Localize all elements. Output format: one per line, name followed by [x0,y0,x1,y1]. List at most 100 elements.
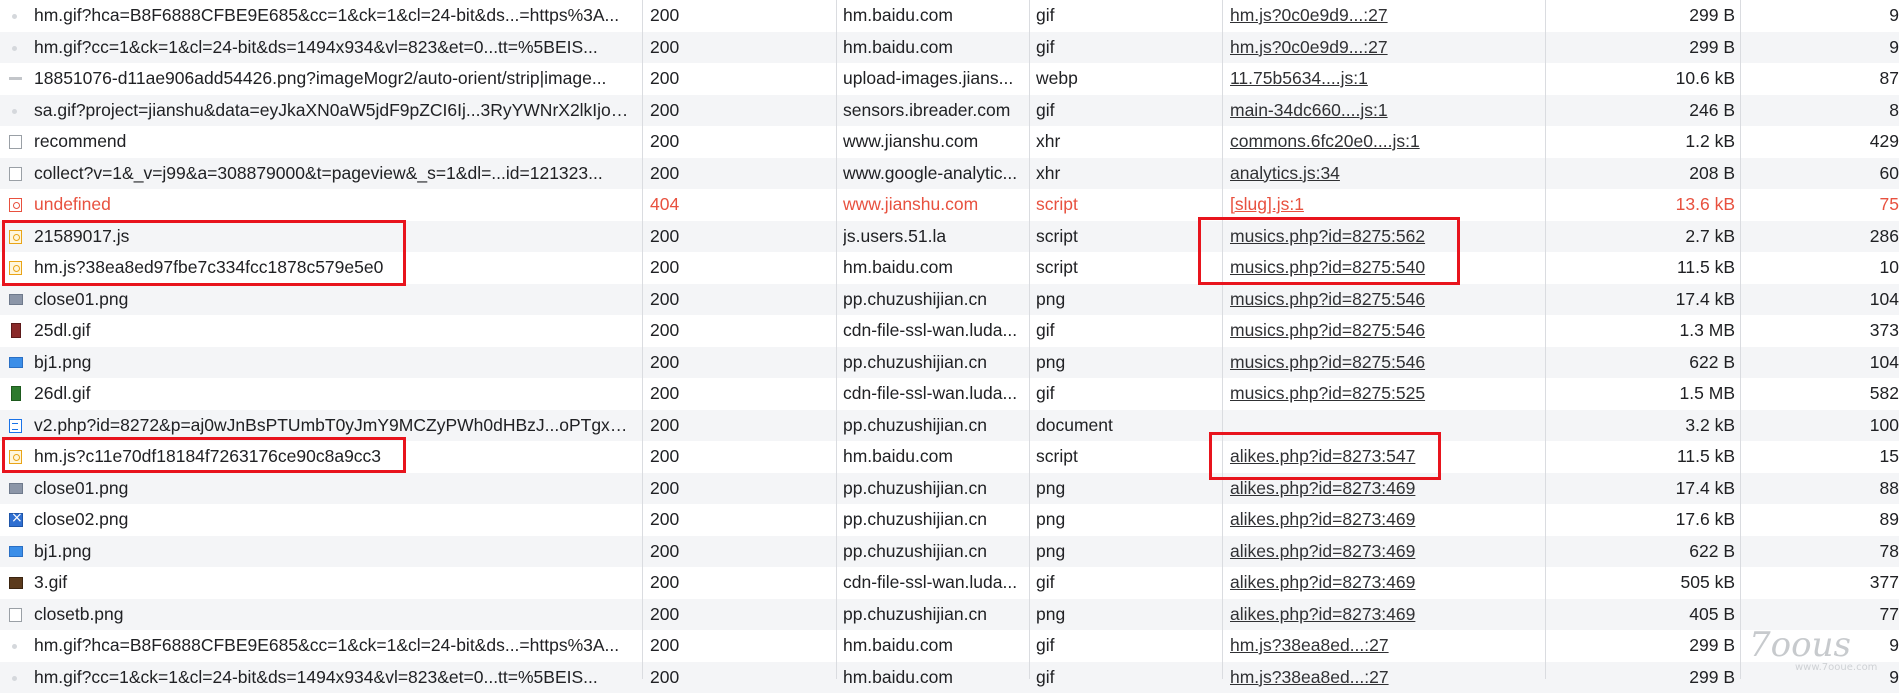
initiator-link[interactable]: musics.php?id=8275:546 [1230,320,1425,340]
request-name: closetb.png [34,599,634,631]
request-row[interactable]: hm.gif?hca=B8F6888CFBE9E685&cc=1&ck=1&cl… [0,0,1899,32]
request-domain: hm.baidu.com [843,0,1023,32]
request-size: 10.6 kB [1545,63,1735,95]
initiator-link[interactable]: commons.6fc20e0....js:1 [1230,131,1420,151]
image-brown-icon [9,577,23,589]
request-size: 299 B [1545,32,1735,64]
request-initiator[interactable]: hm.js?38ea8ed...:27 [1230,630,1530,662]
request-status: 200 [650,284,830,316]
request-initiator[interactable]: alikes.php?id=8273:469 [1230,599,1530,631]
request-initiator[interactable]: alikes.php?id=8273:469 [1230,567,1530,599]
initiator-link[interactable]: musics.php?id=8275:562 [1230,226,1425,246]
network-request-table: hm.gif?hca=B8F6888CFBE9E685&cc=1&ck=1&cl… [0,0,1899,693]
dot-icon [12,46,17,51]
request-initiator[interactable]: musics.php?id=8275:525 [1230,378,1530,410]
initiator-link[interactable]: hm.js?0c0e9d9...:27 [1230,5,1388,25]
request-initiator[interactable]: alikes.php?id=8273:469 [1230,473,1530,505]
initiator-link[interactable]: [slug].js:1 [1230,194,1304,214]
request-time: 9 [1743,0,1899,32]
request-row[interactable]: hm.js?c11e70df18184f7263176ce90c8a9cc320… [0,441,1899,473]
initiator-link[interactable]: hm.js?38ea8ed...:27 [1230,667,1389,687]
request-type: script [1036,221,1216,253]
initiator-link[interactable]: alikes.php?id=8273:469 [1230,478,1415,498]
request-initiator[interactable]: hm.js?38ea8ed...:27 [1230,662,1530,693]
request-row[interactable]: hm.gif?cc=1&ck=1&cl=24-bit&ds=1494x934&v… [0,662,1899,693]
request-type: gif [1036,315,1216,347]
request-row[interactable]: hm.js?38ea8ed97fbe7c334fcc1878c579e5e020… [0,252,1899,284]
column-divider[interactable] [1222,0,1223,679]
request-type: png [1036,536,1216,568]
request-size: 1.5 MB [1545,378,1735,410]
initiator-link[interactable]: alikes.php?id=8273:469 [1230,604,1415,624]
initiator-link[interactable]: alikes.php?id=8273:469 [1230,572,1415,592]
request-row[interactable]: 3.gif200cdn-file-ssl-wan.luda...gifalike… [0,567,1899,599]
initiator-link[interactable]: musics.php?id=8275:525 [1230,383,1425,403]
initiator-link[interactable]: alikes.php?id=8273:469 [1230,509,1415,529]
request-row[interactable]: v2.php?id=8272&p=aj0wJnBsPTUmbT0yJmY9MCZ… [0,410,1899,442]
request-type: png [1036,284,1216,316]
initiator-link[interactable]: musics.php?id=8275:546 [1230,352,1425,372]
request-name: hm.gif?cc=1&ck=1&cl=24-bit&ds=1494x934&v… [34,32,634,64]
request-row[interactable]: 26dl.gif200cdn-file-ssl-wan.luda...gifmu… [0,378,1899,410]
request-time: 88 [1743,473,1899,505]
initiator-link[interactable]: hm.js?0c0e9d9...:27 [1230,37,1388,57]
column-divider[interactable] [1740,0,1741,679]
request-size: 13.6 kB [1545,189,1735,221]
request-row[interactable]: recommend200www.jianshu.comxhrcommons.6f… [0,126,1899,158]
request-initiator[interactable]: main-34dc660....js:1 [1230,95,1530,127]
request-initiator[interactable]: alikes.php?id=8273:547 [1230,441,1530,473]
request-type: xhr [1036,126,1216,158]
request-row[interactable]: 18851076-d11ae906add54426.png?imageMogr2… [0,63,1899,95]
request-status: 200 [650,473,830,505]
initiator-link[interactable]: alikes.php?id=8273:547 [1230,446,1415,466]
request-initiator[interactable]: analytics.js:34 [1230,158,1530,190]
request-row[interactable]: sa.gif?project=jianshu&data=eyJkaXN0aW5j… [0,95,1899,127]
request-initiator[interactable] [1230,410,1530,442]
request-initiator[interactable]: hm.js?0c0e9d9...:27 [1230,32,1530,64]
request-domain: hm.baidu.com [843,441,1023,473]
initiator-link[interactable]: hm.js?38ea8ed...:27 [1230,635,1389,655]
initiator-link[interactable]: alikes.php?id=8273:469 [1230,541,1415,561]
request-initiator[interactable]: alikes.php?id=8273:469 [1230,536,1530,568]
request-row[interactable]: bj1.png200pp.chuzushijian.cnpngmusics.ph… [0,347,1899,379]
request-row[interactable]: undefined404www.jianshu.comscript[slug].… [0,189,1899,221]
request-type: gif [1036,95,1216,127]
request-domain: pp.chuzushijian.cn [843,410,1023,442]
request-initiator[interactable]: alikes.php?id=8273:469 [1230,504,1530,536]
request-initiator[interactable]: musics.php?id=8275:546 [1230,284,1530,316]
request-row[interactable]: hm.gif?hca=B8F6888CFBE9E685&cc=1&ck=1&cl… [0,630,1899,662]
request-initiator[interactable]: musics.php?id=8275:546 [1230,315,1530,347]
request-row[interactable]: hm.gif?cc=1&ck=1&cl=24-bit&ds=1494x934&v… [0,32,1899,64]
script-icon [9,230,22,244]
initiator-link[interactable]: musics.php?id=8275:540 [1230,257,1425,277]
request-initiator[interactable]: musics.php?id=8275:546 [1230,347,1530,379]
initiator-link[interactable]: analytics.js:34 [1230,163,1340,183]
request-row[interactable]: close01.png200pp.chuzushijian.cnpngalike… [0,473,1899,505]
request-row[interactable]: collect?v=1&_v=j99&a=308879000&t=pagevie… [0,158,1899,190]
request-row[interactable]: close02.png200pp.chuzushijian.cnpngalike… [0,504,1899,536]
request-initiator[interactable]: [slug].js:1 [1230,189,1530,221]
request-row[interactable]: 21589017.js200js.users.51.lascriptmusics… [0,221,1899,253]
request-initiator[interactable]: musics.php?id=8275:540 [1230,252,1530,284]
image-gray-icon [9,483,23,494]
column-divider[interactable] [836,0,837,679]
request-type: document [1036,410,1216,442]
initiator-link[interactable]: musics.php?id=8275:546 [1230,289,1425,309]
request-row[interactable]: closetb.png200pp.chuzushijian.cnpngalike… [0,599,1899,631]
request-status: 404 [650,189,830,221]
request-initiator[interactable]: hm.js?0c0e9d9...:27 [1230,0,1530,32]
request-initiator[interactable]: 11.75b5634....js:1 [1230,63,1530,95]
column-divider[interactable] [642,0,643,679]
column-divider[interactable] [1545,0,1546,679]
initiator-link[interactable]: 11.75b5634....js:1 [1230,68,1368,88]
column-divider[interactable] [1029,0,1030,679]
request-row[interactable]: close01.png200pp.chuzushijian.cnpngmusic… [0,284,1899,316]
request-row[interactable]: bj1.png200pp.chuzushijian.cnpngalikes.ph… [0,536,1899,568]
request-time: 8 [1743,95,1899,127]
request-row[interactable]: 25dl.gif200cdn-file-ssl-wan.luda...gifmu… [0,315,1899,347]
request-size: 299 B [1545,630,1735,662]
document-outline-icon [9,608,22,622]
request-initiator[interactable]: commons.6fc20e0....js:1 [1230,126,1530,158]
initiator-link[interactable]: main-34dc660....js:1 [1230,100,1388,120]
request-initiator[interactable]: musics.php?id=8275:562 [1230,221,1530,253]
